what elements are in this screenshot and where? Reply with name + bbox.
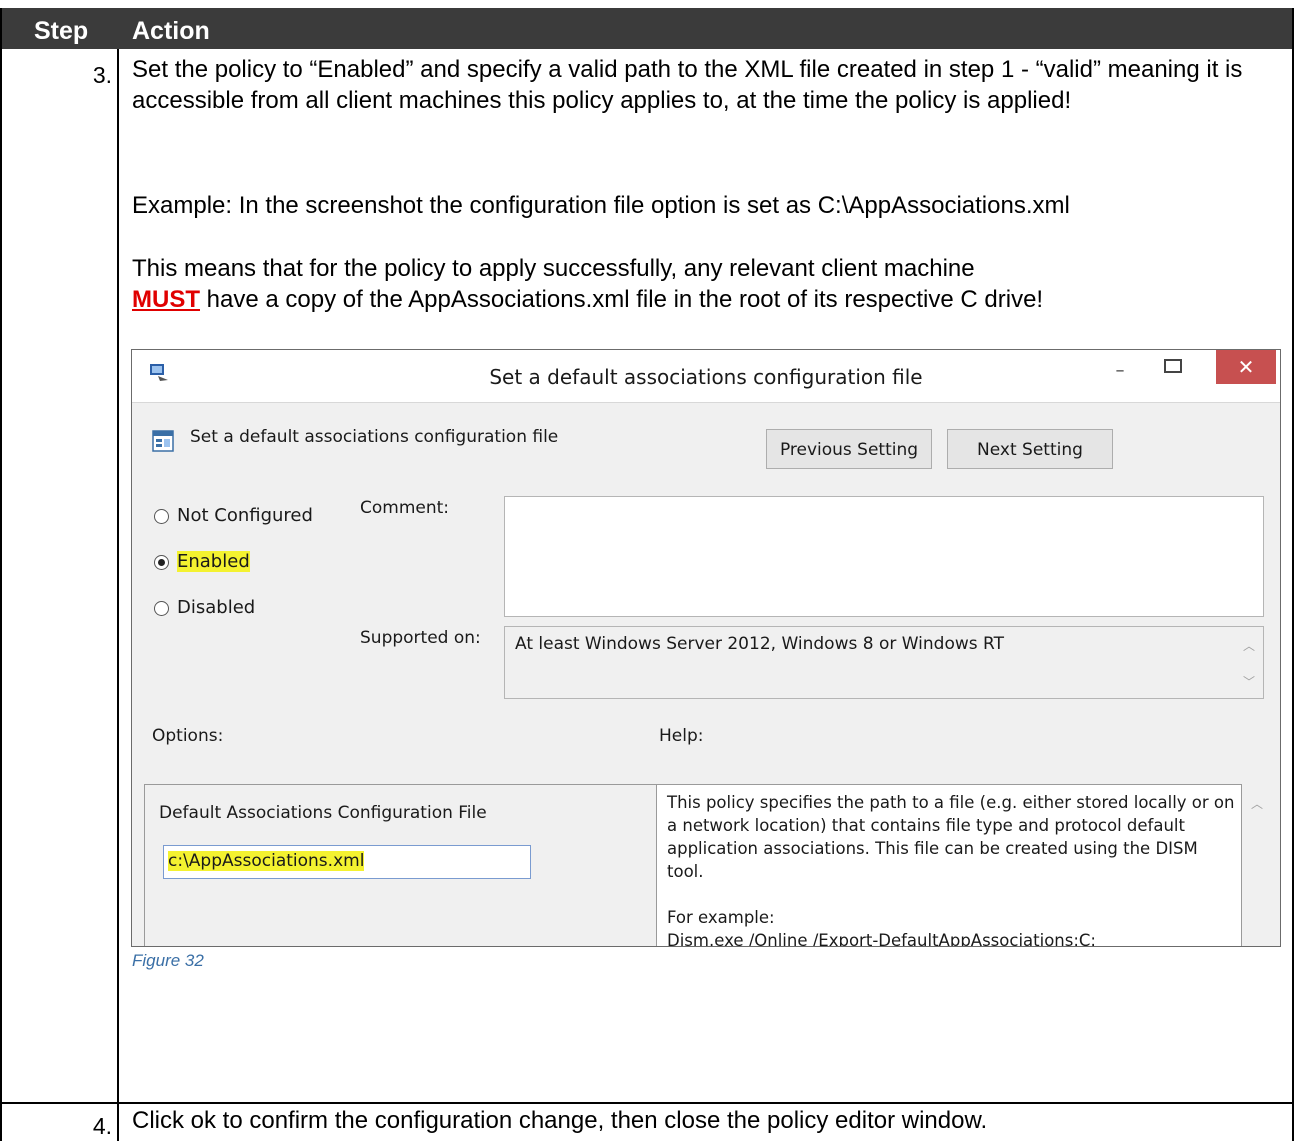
step-column-header: Step (34, 17, 89, 45)
maximize-button[interactable] (1164, 359, 1182, 373)
next-setting-button[interactable]: Next Setting (947, 429, 1113, 469)
config-file-label: Default Associations Configuration File (159, 803, 487, 823)
config-file-input[interactable]: c:\AppAssociations.xml (163, 845, 531, 879)
radio-label: Not Configured (177, 505, 313, 526)
step-3-paragraph-1: Set the policy to “Enabled” and specify … (132, 56, 1250, 114)
previous-setting-button[interactable]: Previous Setting (766, 429, 932, 469)
radio-button[interactable] (154, 508, 169, 524)
dialog-title: Set a default associations configuration… (489, 365, 923, 389)
options-label: Options: (152, 726, 224, 746)
step-3-paragraph-3-end: have a copy of the AppAssociations.xml f… (200, 286, 1044, 313)
options-pane: Default Associations Configuration File … (144, 784, 657, 946)
radio-not-configured[interactable]: Not Configured (154, 505, 313, 526)
radio-enabled[interactable]: Enabled (154, 551, 250, 572)
row-divider (0, 1102, 1294, 1104)
supported-on-label: Supported on: (360, 628, 481, 648)
scroll-up-icon[interactable]: ︿ (1243, 637, 1255, 654)
comment-textarea[interactable] (504, 496, 1264, 617)
radio-button[interactable] (154, 600, 169, 616)
comment-label: Comment: (360, 498, 450, 518)
table-header: Step Action (0, 8, 1294, 49)
config-file-value: c:\AppAssociations.xml (168, 851, 365, 871)
supported-on-field: At least Windows Server 2012, Windows 8 … (504, 626, 1264, 699)
supported-on-value: At least Windows Server 2012, Windows 8 … (515, 634, 1004, 654)
help-example-label: For example: (667, 908, 775, 927)
policy-setting-icon (152, 430, 174, 452)
step-3-paragraph-3-start: This means that for the policy to apply … (132, 255, 975, 282)
radio-label: Disabled (177, 597, 256, 618)
must-emphasis: MUST (132, 286, 200, 313)
dialog-titlebar: Set a default associations configuration… (132, 350, 1280, 403)
table-left-border (0, 8, 2, 1141)
instruction-table: Step Action 3. Set the policy to “Enable… (0, 0, 1294, 1141)
step-3-paragraph-3: This means that for the policy to apply … (132, 253, 1232, 315)
help-label: Help: (659, 726, 704, 746)
help-example-command: Dism.exe /Online /Export-DefaultAppAssoc… (667, 931, 1096, 947)
scroll-down-icon[interactable]: ﹀ (1243, 673, 1255, 690)
help-pane: This policy specifies the path to a file… (656, 784, 1263, 947)
radio-label: Enabled (177, 551, 250, 572)
policy-name: Set a default associations configuration… (190, 427, 559, 447)
action-column-header: Action (132, 17, 210, 45)
policy-dialog-screenshot: Set a default associations configuration… (131, 349, 1281, 947)
radio-button-checked[interactable] (154, 554, 169, 570)
figure-caption: Figure 32 (132, 951, 204, 970)
close-button[interactable]: ✕ (1216, 350, 1276, 384)
radio-disabled[interactable]: Disabled (154, 597, 255, 618)
scroll-up-icon[interactable]: ︿ (1251, 795, 1263, 812)
help-description: This policy specifies the path to a file… (667, 793, 1235, 881)
step-4-text: Click ok to confirm the configuration ch… (132, 1107, 988, 1134)
step-number: 4. (92, 1113, 112, 1139)
table-column-divider (117, 49, 119, 1141)
help-text: This policy specifies the path to a file… (667, 791, 1237, 947)
minimize-button[interactable]: – (1110, 360, 1130, 381)
step-3-paragraph-2: Example: In the screenshot the configura… (132, 192, 1070, 219)
step-number: 3. (92, 62, 112, 88)
